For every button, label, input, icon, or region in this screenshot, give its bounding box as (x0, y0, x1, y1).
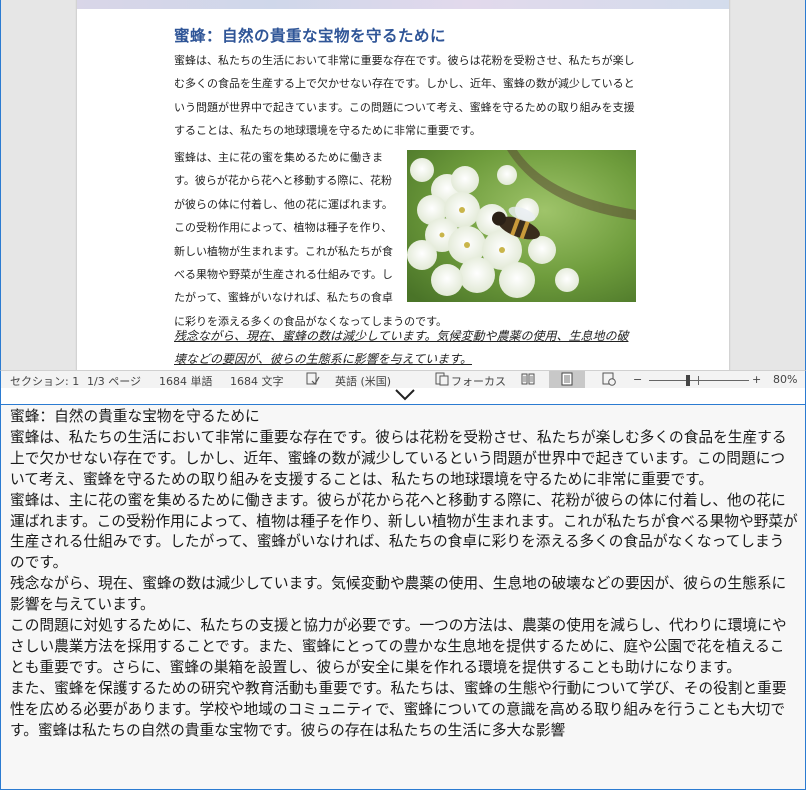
document-page[interactable]: 蜜蜂：自然の貴重な宝物を守るために 蜜蜂は、私たちの生活において非常に重要な存在… (77, 0, 729, 370)
text-line: 蜜蜂：自然の貴重な宝物を守るために (10, 408, 260, 425)
read-mode-icon[interactable] (521, 372, 535, 386)
document-paragraph-3: 残念ながら、現在、蜜蜂の数は減少しています。気候変動や農薬の使用、生息地の破壊な… (174, 329, 629, 366)
web-layout-icon[interactable] (602, 372, 616, 386)
language-indicator[interactable]: 英語 (米国) (335, 373, 391, 389)
text-line: また、蜜蜂を保護するための研究や教育活動も重要です。私たちは、蜜蜂の生態や行動に… (10, 679, 787, 739)
focus-icon[interactable] (435, 372, 449, 386)
char-count[interactable]: 1684 文字 (230, 373, 284, 389)
text-line: 残念ながら、現在、蜜蜂の数は減少しています。気候変動や農薬の使用、生息地の破壊な… (10, 575, 787, 614)
text-line: この問題に対処するために、私たちの支援と協力が必要です。一つの方法は、農薬の使用… (10, 617, 787, 676)
focus-button[interactable]: フォーカス (451, 373, 506, 389)
zoom-slider-thumb[interactable] (686, 375, 690, 386)
pane-splitter[interactable] (0, 388, 806, 404)
text-line: 蜜蜂は、主に花の蜜を集めるために働きます。彼らが花から花へと移動する際に、花粉が… (10, 491, 798, 572)
status-bar: セクション: 1 1/3 ページ 1684 単語 1684 文字 英語 (米国)… (0, 370, 806, 388)
text-output-pane[interactable]: 蜜蜂：自然の貴重な宝物を守るために 蜜蜂は、私たちの生活において非常に重要な存在… (0, 404, 806, 790)
document-title: 蜜蜂：自然の貴重な宝物を守るために (174, 27, 447, 45)
zoom-level[interactable]: 80% (773, 373, 797, 386)
text-line: 蜜蜂は、私たちの生活において非常に重要な存在です。彼らは花粉を受粉させ、私たちが… (10, 428, 787, 488)
document-pane[interactable]: 蜜蜂：自然の貴重な宝物を守るために 蜜蜂は、私たちの生活において非常に重要な存在… (0, 0, 806, 370)
section-indicator[interactable]: セクション: 1 (10, 373, 79, 389)
text-output[interactable]: 蜜蜂：自然の貴重な宝物を守るために 蜜蜂は、私たちの生活において非常に重要な存在… (10, 407, 798, 742)
bee-flower-photo[interactable] (407, 150, 636, 302)
zoom-in-button[interactable]: + (752, 373, 761, 386)
word-count[interactable]: 1684 単語 (159, 373, 213, 389)
zoom-out-button[interactable]: − (633, 373, 642, 386)
previous-page-image-strip (77, 0, 729, 9)
zoom-slider-100-tick (698, 376, 699, 385)
document-paragraph-2: 蜜蜂は、主に花の蜜を集めるために働きます。彼らが花から花へと移動する際に、花粉が… (174, 146, 636, 333)
splitter-chevron-icon[interactable] (394, 388, 416, 402)
page-indicator[interactable]: 1/3 ページ (87, 373, 141, 389)
document-paragraph-1: 蜜蜂は、私たちの生活において非常に重要な存在です。彼らは花粉を受粉させ、私たちが… (174, 54, 635, 138)
print-layout-icon[interactable] (560, 372, 574, 386)
zoom-slider-track[interactable] (649, 380, 749, 381)
proofing-icon[interactable] (306, 372, 320, 386)
